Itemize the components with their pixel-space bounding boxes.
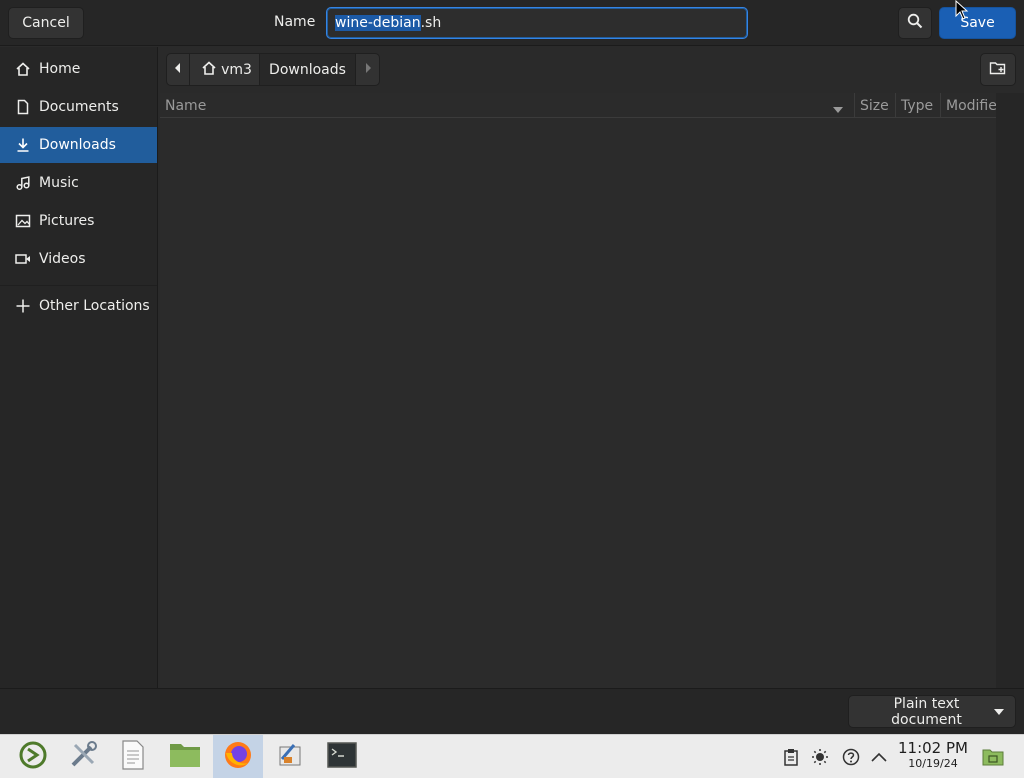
column-header-row: Name Size Type Modified: [160, 93, 996, 118]
chevron-right-icon: [363, 62, 373, 78]
clock-time: 11:02 PM: [898, 739, 968, 757]
sidebar-item-downloads[interactable]: Downloads: [0, 127, 157, 163]
clipboard-icon[interactable]: [781, 747, 801, 767]
music-icon: [14, 174, 32, 192]
sidebar-item-label: Music: [39, 175, 79, 191]
sort-descending-icon[interactable]: [832, 102, 844, 118]
chevron-left-icon: [173, 62, 183, 78]
file-type-filter-label: Plain text document: [891, 695, 962, 728]
sidebar-item-documents[interactable]: Documents: [0, 89, 157, 125]
plus-icon: [14, 297, 32, 315]
save-button[interactable]: Save: [939, 7, 1016, 39]
clock-date: 10/19/24: [908, 757, 958, 770]
taskbar-app-terminal[interactable]: [317, 735, 367, 778]
sidebar-item-pictures[interactable]: Pictures: [0, 203, 157, 239]
file-manager-icon: [168, 740, 202, 774]
sidebar-item-label: Home: [39, 61, 81, 77]
taskbar-app-installer[interactable]: [265, 735, 315, 778]
name-label: Name: [274, 14, 316, 30]
sidebar-item-videos[interactable]: Videos: [0, 241, 157, 277]
path-home-button[interactable]: vm3: [190, 53, 260, 86]
terminal-icon: [326, 741, 358, 773]
brightness-icon[interactable]: [810, 747, 830, 767]
sidebar-item-music[interactable]: Music: [0, 165, 157, 201]
installer-icon: [274, 739, 306, 775]
sidebar-item-label: Documents: [39, 99, 119, 115]
new-folder-icon: [989, 60, 1007, 80]
text-editor-icon: [119, 739, 147, 775]
chevron-up-icon[interactable]: [869, 747, 889, 767]
sidebar-item-home[interactable]: Home: [0, 51, 157, 87]
filename-extension-text: .sh: [420, 15, 442, 31]
filename-selected-text: wine-debian: [335, 15, 421, 31]
taskbar-app-text-editor[interactable]: [108, 735, 158, 778]
show-desktop-icon[interactable]: [982, 747, 1004, 767]
column-header-name[interactable]: Name: [160, 93, 852, 118]
sidebar-item-label: Pictures: [39, 213, 95, 229]
filename-input[interactable]: wine-debian .sh: [326, 7, 748, 39]
sidebar-item-label: Other Locations: [39, 298, 150, 314]
sidebar-item-label: Downloads: [39, 137, 116, 153]
mouse-cursor-icon: [955, 0, 969, 20]
menu-icon: [17, 739, 49, 775]
search-icon: [907, 13, 923, 33]
taskbar-app-settings[interactable]: [58, 735, 108, 778]
path-home-label: vm3: [221, 61, 252, 78]
sidebar-separator: [0, 285, 157, 286]
file-list[interactable]: Name Size Type Modified: [160, 93, 996, 688]
sidebar-item-other-locations[interactable]: Other Locations: [0, 288, 157, 324]
help-icon[interactable]: [841, 747, 861, 767]
column-header-size[interactable]: Size: [854, 93, 894, 118]
taskbar: 11:02 PM 10/19/24: [0, 734, 1024, 778]
settings-tools-icon: [67, 739, 99, 775]
header-bar: Cancel Name wine-debian .sh Save: [0, 0, 1024, 46]
download-icon: [14, 136, 32, 154]
taskbar-app-firefox[interactable]: [213, 735, 263, 778]
path-scroll-right-button[interactable]: [356, 53, 380, 86]
video-icon: [14, 250, 32, 268]
column-header-modified[interactable]: Modified: [940, 93, 996, 118]
path-current-button[interactable]: Downloads: [260, 53, 356, 86]
path-bar: vm3 Downloads: [166, 53, 380, 86]
taskbar-menu-button[interactable]: [8, 735, 58, 778]
path-scroll-left-button[interactable]: [166, 53, 190, 86]
column-header-type[interactable]: Type: [895, 93, 939, 118]
search-button[interactable]: [898, 7, 932, 39]
home-icon: [201, 60, 217, 80]
home-icon: [14, 60, 32, 78]
bottom-bar: Plain text document: [0, 688, 1024, 734]
document-icon: [14, 98, 32, 116]
sidebar-item-label: Videos: [39, 251, 86, 267]
places-sidebar: Home Documents Downloads Music Pictures …: [0, 47, 158, 688]
file-list-scrollbar-area: [996, 93, 1024, 688]
firefox-icon: [222, 739, 254, 775]
dropdown-arrow-icon: [993, 704, 1005, 720]
file-type-filter-dropdown[interactable]: Plain text document: [848, 695, 1016, 728]
new-folder-button[interactable]: [980, 53, 1016, 86]
picture-icon: [14, 212, 32, 230]
taskbar-app-file-manager[interactable]: [160, 735, 210, 778]
taskbar-clock[interactable]: 11:02 PM 10/19/24: [894, 739, 972, 771]
cancel-button[interactable]: Cancel: [8, 7, 84, 39]
